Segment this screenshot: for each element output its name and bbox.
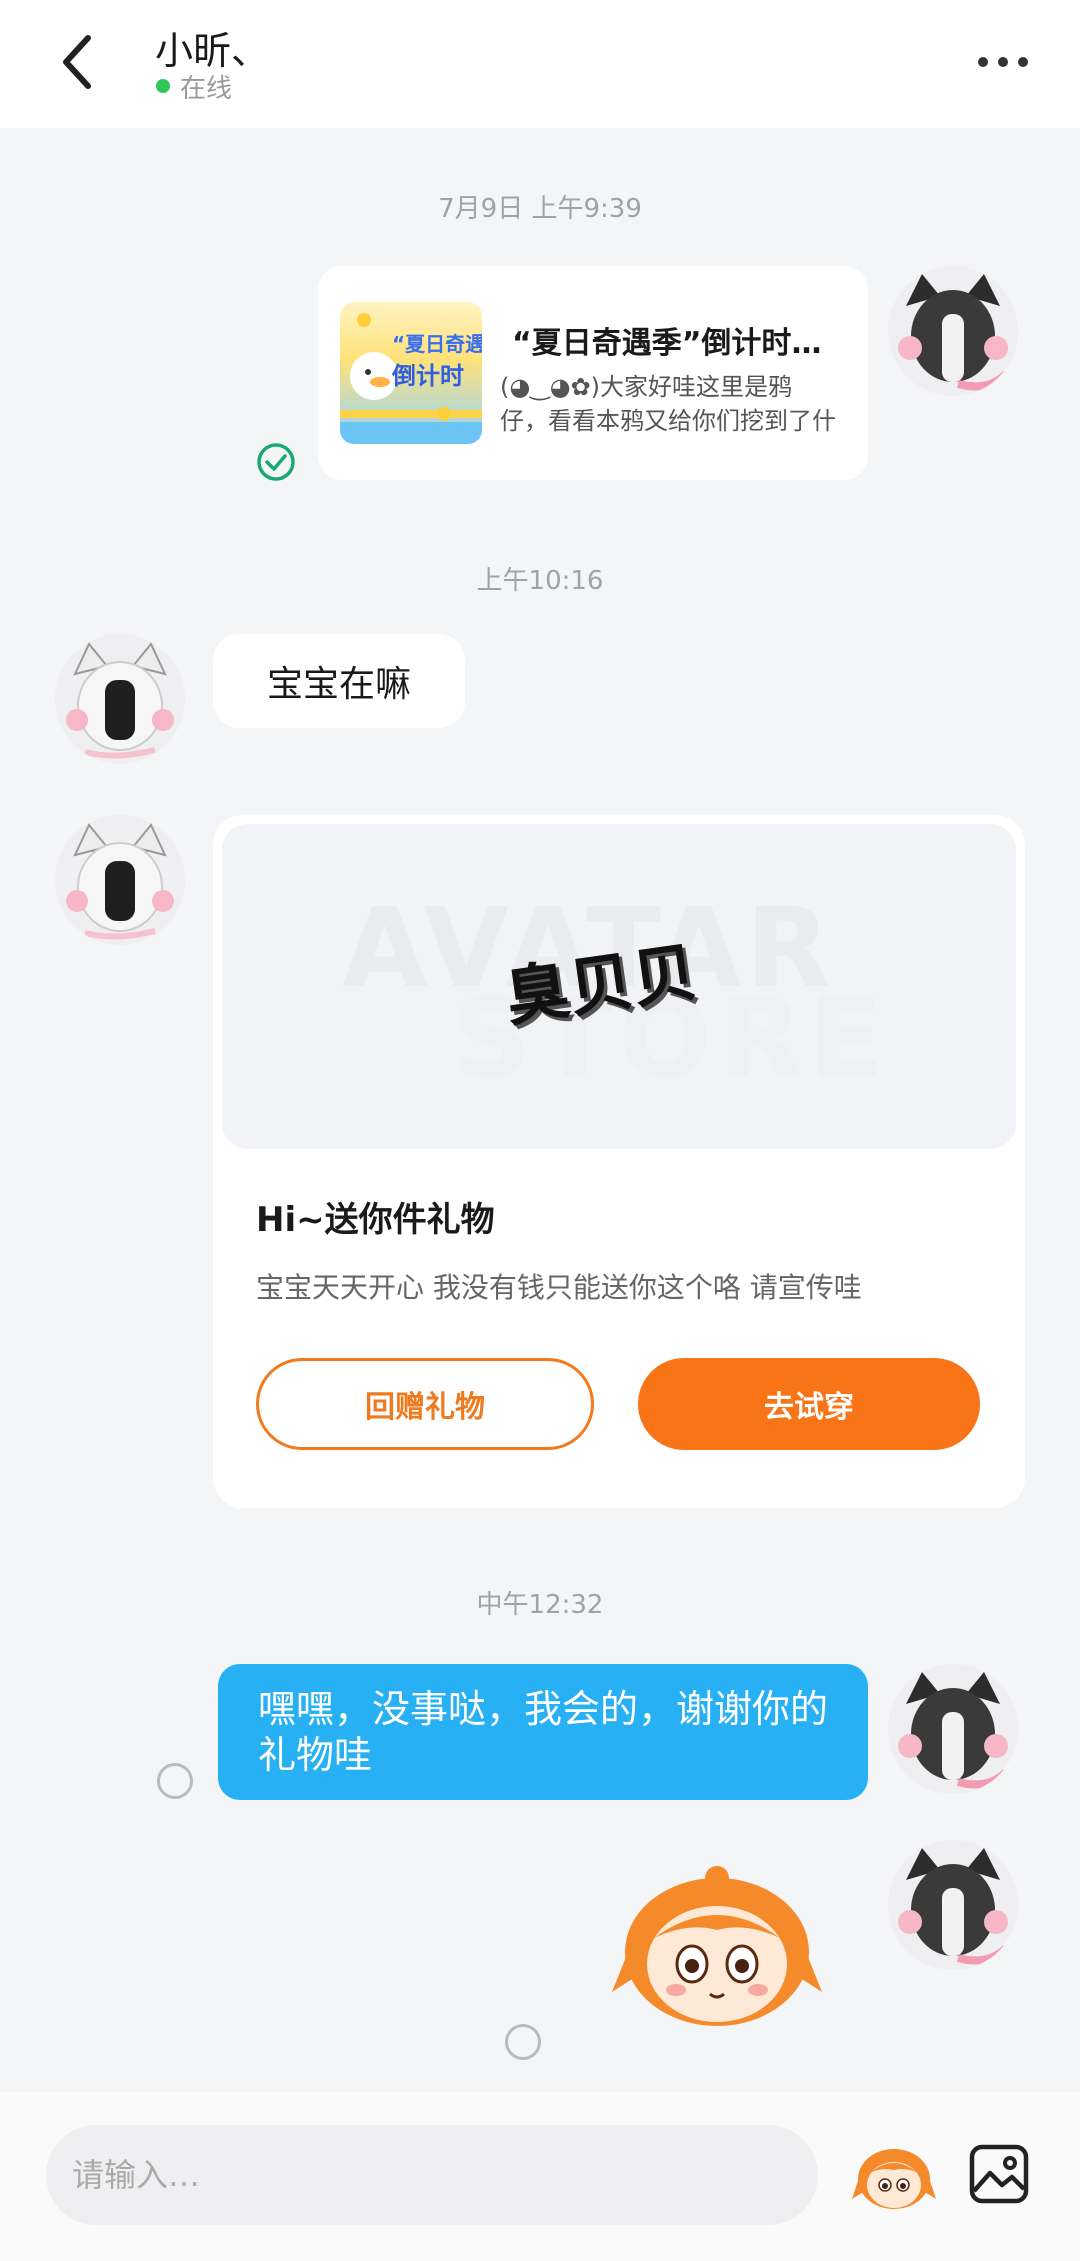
message-input[interactable] (46, 2125, 818, 2225)
sticker-button-icon[interactable] (852, 2135, 936, 2215)
pending-circle-icon (505, 2024, 541, 2060)
my-avatar[interactable] (888, 1840, 1018, 1970)
friend-avatar[interactable] (55, 634, 185, 764)
my-avatar[interactable] (888, 1664, 1018, 1794)
friend-avatar[interactable] (55, 815, 185, 945)
incoming-message-bubble[interactable]: 宝宝在嘛 (213, 634, 465, 728)
try-on-button[interactable]: 去试穿 (638, 1358, 980, 1450)
gift-image: AVATAR STORE 臭贝贝 (222, 824, 1016, 1149)
article-description: (◕‿◕✿)大家好哇这里是鸦仔，看看本鸦又给你们挖到了什么 (500, 373, 836, 435)
thumb-title-line2: 倒计时 (392, 362, 464, 390)
contact-name[interactable]: 小昕、 (155, 20, 269, 75)
outgoing-message-bubble[interactable]: 嘿嘿，没事哒，我会的，谢谢你的礼物哇 (218, 1664, 868, 1800)
gift-description: 宝宝天天开心 我没有钱只能送你这个咯 请宣传哇 (256, 1271, 862, 1304)
timestamp: 中午12:32 (476, 1590, 604, 1620)
check-circle-icon (257, 443, 295, 481)
gift-title: Hi~送你件礼物 (256, 1200, 495, 1240)
more-dots-icon[interactable] (975, 52, 1031, 72)
image-icon[interactable] (968, 2143, 1030, 2205)
online-indicator (156, 79, 170, 93)
return-gift-button[interactable]: 回赠礼物 (256, 1358, 594, 1450)
timestamp: 上午10:16 (476, 566, 604, 596)
article-title: “夏日奇遇季”倒计时开启 (512, 326, 842, 361)
pending-circle-icon (157, 1763, 193, 1799)
timestamp: 7月9日 上午9:39 (438, 194, 642, 224)
my-avatar[interactable] (888, 266, 1018, 396)
back-arrow-icon[interactable] (54, 30, 104, 94)
online-status: 在线 (180, 74, 233, 104)
article-thumbnail: “夏日奇遇 倒计时 (340, 302, 482, 444)
mascot-sticker-icon[interactable] (606, 1852, 828, 2034)
thumb-title-line1: “夏日奇遇 (392, 332, 482, 356)
